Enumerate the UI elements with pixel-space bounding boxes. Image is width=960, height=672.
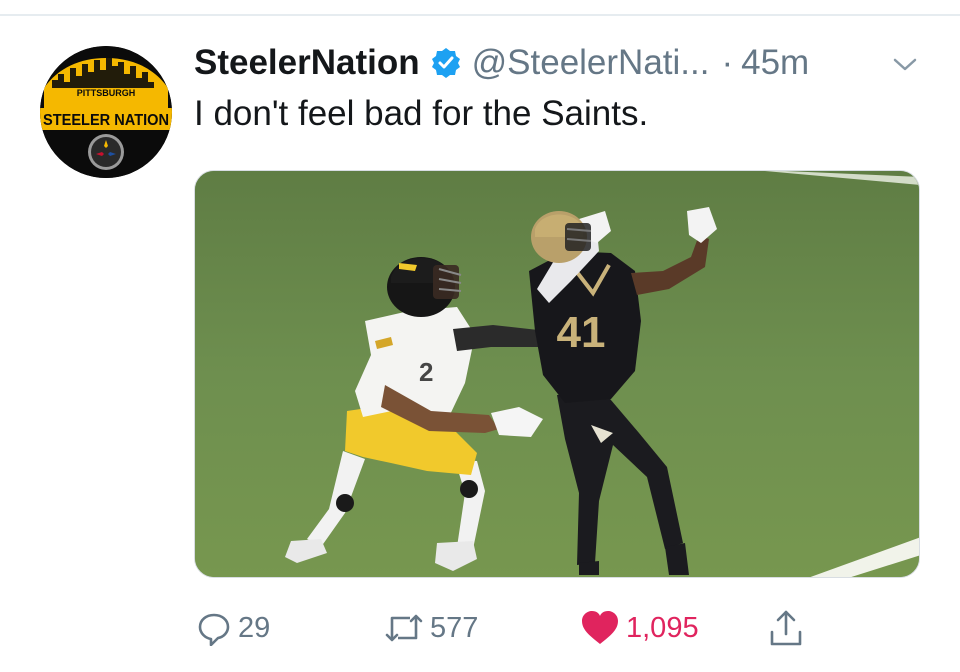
tweet-actions: 29 577 1,095 xyxy=(194,606,920,650)
handle[interactable]: @SteelerNati... xyxy=(472,43,710,83)
like-button[interactable]: 1,095 xyxy=(580,606,699,650)
avatar-main-text: STEELER NATION xyxy=(43,112,169,129)
retweet-button[interactable]: 577 xyxy=(384,606,478,650)
verified-badge-icon xyxy=(430,47,462,79)
steeler-nation-logo: PITTSBURGH STEELER NATION xyxy=(40,46,172,178)
chevron-down-icon[interactable] xyxy=(892,54,918,74)
share-button[interactable] xyxy=(768,606,804,650)
football-photo: 2 41 xyxy=(195,171,919,577)
share-icon xyxy=(768,608,804,648)
like-count: 1,095 xyxy=(626,611,699,644)
retweet-icon xyxy=(384,610,424,646)
top-divider xyxy=(0,14,960,16)
timestamp[interactable]: 45m xyxy=(741,43,809,83)
avatar[interactable]: PITTSBURGH STEELER NATION xyxy=(40,46,172,178)
svg-text:2: 2 xyxy=(419,357,433,387)
heart-icon xyxy=(580,610,620,646)
reply-icon xyxy=(196,610,232,646)
avatar-top-text: PITTSBURGH xyxy=(77,88,136,98)
jersey-number: 41 xyxy=(557,308,606,357)
tweet-media[interactable]: 2 41 xyxy=(194,170,920,578)
retweet-count: 577 xyxy=(430,611,479,644)
tweet-text: I don't feel bad for the Saints. xyxy=(194,94,649,133)
reply-count: 29 xyxy=(238,611,271,644)
separator-dot: · xyxy=(721,43,734,82)
display-name[interactable]: SteelerNation xyxy=(194,43,420,83)
tweet-header: SteelerNation @SteelerNati... · 45m xyxy=(194,40,809,86)
reply-button[interactable]: 29 xyxy=(196,606,270,650)
